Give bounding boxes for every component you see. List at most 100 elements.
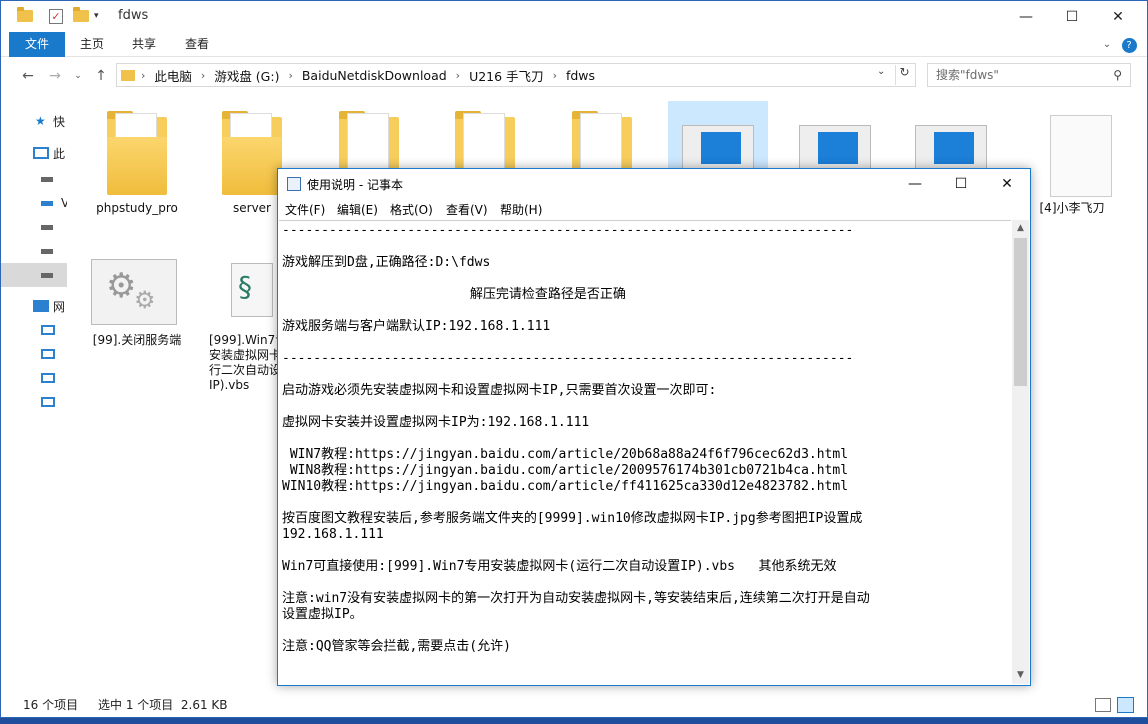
chevron-right-icon: › — [200, 68, 206, 82]
scrollbar-thumb[interactable] — [1014, 238, 1027, 386]
nav-drive-3[interactable] — [1, 239, 67, 263]
breadcrumb-game[interactable]: U216 手飞刀 — [469, 66, 543, 85]
minimize-button[interactable]: — — [1003, 1, 1049, 32]
monitor-icon — [41, 397, 55, 407]
folder-item[interactable] — [319, 101, 419, 173]
text-line: WIN7教程:https://jingyan.baidu.com/article… — [282, 447, 849, 462]
notepad-close-button[interactable]: ✕ — [984, 169, 1030, 199]
notepad-menubar: 文件(F) 编辑(E) 格式(O) 查看(V) 帮助(H) — [278, 199, 1030, 219]
folder-icon — [445, 109, 525, 173]
large-icons-view-icon[interactable] — [1117, 697, 1134, 713]
menu-edit[interactable]: 编辑(E) — [337, 201, 378, 218]
window-title: fdws — [118, 8, 149, 23]
nav-network-pc-1[interactable] — [1, 318, 67, 342]
nav-drive-1[interactable] — [1, 167, 67, 191]
nav-quick-access[interactable]: ★ 快 — [1, 109, 67, 133]
nav-this-pc[interactable]: 此 — [1, 141, 67, 165]
notepad-text-area[interactable]: ----------------------------------------… — [279, 220, 1011, 684]
folder-item[interactable]: phpstudy_pro — [87, 101, 187, 221]
menu-view[interactable]: 查看(V) — [446, 201, 488, 218]
folder-icon — [17, 7, 33, 25]
image-thumbnail-icon — [678, 109, 758, 169]
close-button[interactable]: ✕ — [1095, 1, 1141, 32]
chevron-right-icon: › — [455, 68, 461, 82]
notepad-icon — [287, 177, 301, 191]
scroll-up-icon[interactable]: ▲ — [1012, 220, 1029, 237]
nav-drive-selected[interactable] — [1, 263, 67, 287]
drive-icon — [41, 272, 53, 278]
menu-help[interactable]: 帮助(H) — [500, 201, 542, 218]
item-count: 16 个项目 — [23, 698, 79, 712]
address-bar[interactable]: › 此电脑 › 游戏盘 (G:) › BaiduNetdiskDownload … — [116, 63, 916, 87]
nav-label: 快 — [53, 114, 66, 129]
recent-locations-icon[interactable]: ⌄ — [68, 66, 88, 86]
new-folder-icon[interactable] — [73, 7, 89, 25]
breadcrumb-download[interactable]: BaiduNetdiskDownload — [302, 68, 447, 83]
monitor-icon — [33, 147, 49, 159]
maximize-button[interactable]: ☐ — [1049, 1, 1095, 32]
nav-label: 网 — [53, 299, 66, 314]
text-line: ----------------------------------------… — [282, 223, 854, 238]
search-placeholder: 搜索"fdws" — [936, 68, 999, 82]
folder-icon — [329, 109, 409, 173]
notepad-minimize-button[interactable]: — — [892, 169, 938, 199]
text-line: WIN8教程:https://jingyan.baidu.com/article… — [282, 463, 849, 478]
notepad-title: 使用说明 - 记事本 — [307, 178, 403, 192]
text-line: 游戏解压到D盘,正确路径:D:\fdws — [282, 255, 491, 270]
tab-share[interactable]: 共享 — [131, 32, 157, 57]
help-icon[interactable]: ? — [1119, 32, 1139, 57]
image-thumbnail-icon — [795, 109, 875, 169]
image-item[interactable] — [901, 101, 1001, 173]
menu-format[interactable]: 格式(O) — [390, 201, 433, 218]
notepad-maximize-button[interactable]: ☐ — [938, 169, 984, 199]
chevron-down-icon[interactable]: ⌄ — [877, 66, 885, 77]
breadcrumb-this-pc[interactable]: 此电脑 — [154, 66, 192, 85]
nav-network-pc-4[interactable] — [1, 390, 67, 414]
refresh-icon[interactable]: ↻ — [895, 65, 913, 85]
search-input[interactable]: 搜索"fdws" ⚲ — [927, 63, 1131, 87]
text-line: 虚拟网卡安装并设置虚拟网卡IP为:192.168.1.111 — [282, 415, 590, 430]
nav-drive-v[interactable]: V — [1, 191, 69, 215]
tab-view[interactable]: 查看 — [184, 32, 210, 57]
nav-network[interactable]: 网 — [1, 294, 67, 318]
chevron-right-icon: › — [141, 68, 146, 82]
tab-home[interactable]: 主页 — [79, 32, 105, 57]
drive-icon — [41, 248, 53, 254]
details-view-icon[interactable] — [1095, 698, 1111, 712]
network-drive-icon — [41, 200, 53, 206]
up-arrow-icon[interactable]: ↑ — [91, 66, 111, 86]
expand-ribbon-icon[interactable]: ⌄ — [1101, 32, 1113, 57]
customize-quick-access-icon[interactable]: ▾ — [94, 7, 99, 25]
forward-arrow-icon[interactable]: → — [45, 66, 65, 86]
properties-icon[interactable]: ✓ — [49, 7, 63, 25]
breadcrumb-drive[interactable]: 游戏盘 (G:) — [214, 66, 279, 85]
breadcrumb-current[interactable]: fdws — [566, 68, 595, 83]
nav-network-pc-3[interactable] — [1, 366, 67, 390]
drive-icon — [41, 224, 53, 230]
text-line: 注意:QQ管家等会拦截,需要点击(允许) — [282, 639, 511, 654]
back-arrow-icon[interactable]: ← — [18, 66, 38, 86]
text-line: 游戏服务端与客户端默认IP:192.168.1.111 — [282, 319, 551, 334]
image-item[interactable] — [785, 101, 885, 173]
text-line: 192.168.1.111 — [282, 527, 384, 542]
star-icon: ★ — [35, 114, 46, 128]
text-line: ----------------------------------------… — [282, 351, 854, 366]
file-item[interactable]: [4]小李飞刀 — [1022, 101, 1122, 221]
notepad-scrollbar[interactable]: ▲ ▼ — [1012, 220, 1029, 684]
nav-network-pc-2[interactable] — [1, 342, 67, 366]
notepad-titlebar: 使用说明 - 记事本 — ☐ ✕ — [278, 169, 1030, 199]
image-thumbnail-icon — [911, 109, 991, 169]
network-icon — [33, 300, 49, 312]
folder-item[interactable] — [435, 101, 535, 173]
nav-drive-2[interactable] — [1, 215, 67, 239]
folder-icon — [97, 109, 177, 195]
image-item[interactable] — [668, 101, 768, 173]
folder-item[interactable] — [552, 101, 652, 173]
text-line: Win7可直接使用:[999].Win7专用安装虚拟网卡(运行二次自动设置IP)… — [282, 559, 837, 574]
search-icon: ⚲ — [1113, 68, 1122, 82]
shortcut-item[interactable]: ⚙ ⚙ [99].关闭服务端 — [87, 245, 187, 355]
menu-file[interactable]: 文件(F) — [285, 201, 325, 218]
scroll-down-icon[interactable]: ▼ — [1012, 667, 1029, 684]
ribbon-tabs: 文件 主页 共享 查看 ⌄ ? — [1, 32, 1147, 57]
tab-file[interactable]: 文件 — [9, 32, 65, 57]
